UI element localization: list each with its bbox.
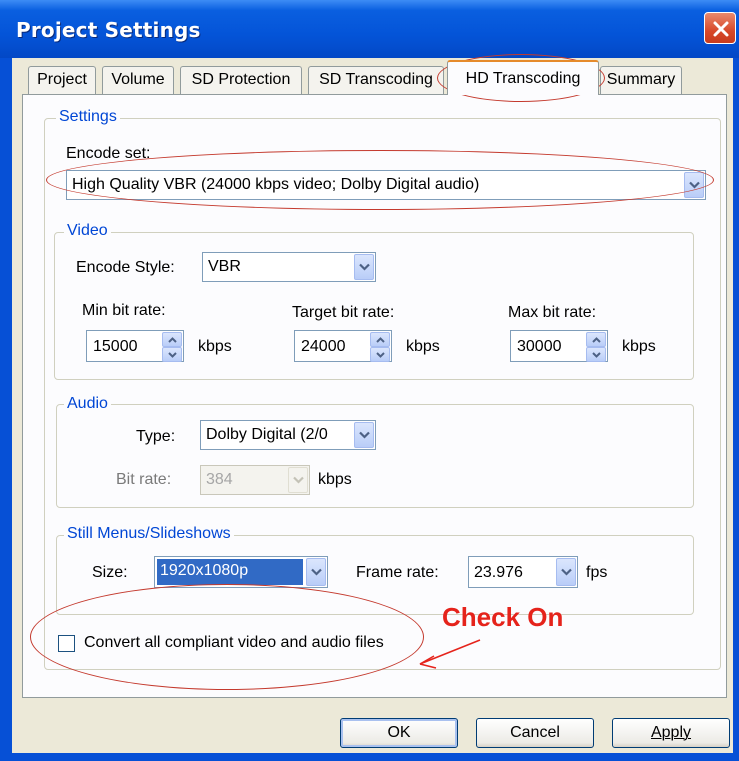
chevron-down-icon xyxy=(359,431,370,439)
chevron-down-icon xyxy=(592,352,601,358)
window-frame-right xyxy=(733,58,739,761)
tab-sd-transcoding[interactable]: SD Transcoding xyxy=(308,66,444,94)
tab-project[interactable]: Project xyxy=(28,66,96,94)
max-bit-rate-label: Max bit rate: xyxy=(508,304,597,321)
encode-style-value: VBR xyxy=(208,258,241,275)
still-menus-legend: Still Menus/Slideshows xyxy=(64,525,234,543)
spin-down-button[interactable] xyxy=(586,347,606,362)
chevron-down-icon xyxy=(293,476,304,484)
target-bit-rate-label: Target bit rate: xyxy=(292,304,395,321)
size-dropdown[interactable]: 1920x1080p xyxy=(154,556,328,588)
settings-legend: Settings xyxy=(56,108,120,126)
apply-button[interactable]: Apply xyxy=(612,718,730,748)
chevron-down-icon xyxy=(168,352,177,358)
chevron-down-icon xyxy=(561,568,572,576)
encode-set-dropdown[interactable]: High Quality VBR (24000 kbps video; Dolb… xyxy=(66,170,706,200)
frame-rate-unit: fps xyxy=(586,564,608,581)
target-bit-rate-unit: kbps xyxy=(406,338,440,355)
target-bit-rate-value: 24000 xyxy=(301,338,346,355)
chevron-down-icon xyxy=(689,181,700,189)
audio-bit-rate-label: Bit rate: xyxy=(116,471,172,488)
audio-bit-rate-value: 384 xyxy=(206,471,233,488)
dropdown-button[interactable] xyxy=(684,172,704,198)
apply-button-label: Apply xyxy=(650,724,692,741)
max-bit-rate-unit: kbps xyxy=(622,338,656,355)
min-bit-rate-spinner[interactable]: 15000 xyxy=(86,330,184,362)
max-bit-rate-spinner[interactable]: 30000 xyxy=(510,330,608,362)
annotation-callout: Check On xyxy=(442,602,564,632)
dropdown-button[interactable] xyxy=(354,254,374,280)
size-label: Size: xyxy=(92,564,128,581)
max-bit-rate-value: 30000 xyxy=(517,338,562,355)
spin-up-button[interactable] xyxy=(162,332,182,347)
frame-rate-dropdown[interactable]: 23.976 xyxy=(468,556,578,588)
title-bar[interactable]: Project Settings xyxy=(0,0,739,58)
frame-rate-value: 23.976 xyxy=(474,564,523,581)
audio-type-dropdown[interactable]: Dolby Digital (2/0 xyxy=(200,420,376,450)
tab-summary[interactable]: Summary xyxy=(600,66,682,94)
spin-up-button[interactable] xyxy=(370,332,390,347)
dropdown-button[interactable] xyxy=(556,558,576,586)
tab-sd-protection[interactable]: SD Protection xyxy=(180,66,302,94)
chevron-up-icon xyxy=(168,337,177,343)
close-icon xyxy=(713,21,729,37)
min-bit-rate-unit: kbps xyxy=(198,338,232,355)
video-legend: Video xyxy=(64,222,111,240)
convert-checkbox-label[interactable]: Convert all compliant video and audio fi… xyxy=(84,634,384,652)
spin-down-button[interactable] xyxy=(162,347,182,362)
chevron-up-icon xyxy=(376,337,385,343)
spin-up-button[interactable] xyxy=(586,332,606,347)
cancel-button[interactable]: Cancel xyxy=(476,718,594,748)
chevron-down-icon xyxy=(311,568,322,576)
project-settings-dialog: Project Settings Project Volume SD Prote… xyxy=(0,0,739,761)
convert-checkbox[interactable] xyxy=(58,635,75,652)
chevron-down-icon xyxy=(376,352,385,358)
target-bit-rate-spinner[interactable]: 24000 xyxy=(294,330,392,362)
encode-style-dropdown[interactable]: VBR xyxy=(202,252,376,282)
chevron-up-icon xyxy=(592,337,601,343)
audio-type-label: Type: xyxy=(136,428,176,445)
size-value: 1920x1080p xyxy=(157,559,303,585)
window-frame-left xyxy=(0,58,12,761)
encode-set-label: Encode set: xyxy=(66,145,151,162)
dropdown-button xyxy=(288,467,308,493)
encode-set-value: High Quality VBR (24000 kbps video; Dolb… xyxy=(72,176,480,193)
close-button[interactable] xyxy=(704,12,736,44)
annotation-arrow-icon xyxy=(419,639,481,669)
tab-volume[interactable]: Volume xyxy=(102,66,174,94)
audio-bit-rate-unit: kbps xyxy=(318,471,352,488)
encode-style-label: Encode Style: xyxy=(76,259,175,276)
window-title: Project Settings xyxy=(16,18,201,42)
dropdown-button[interactable] xyxy=(306,558,326,586)
audio-legend: Audio xyxy=(64,395,111,413)
audio-type-value: Dolby Digital (2/0 xyxy=(206,426,328,443)
window-frame-bottom xyxy=(0,753,739,761)
min-bit-rate-value: 15000 xyxy=(93,338,138,355)
dropdown-button[interactable] xyxy=(354,422,374,448)
ok-button[interactable]: OK xyxy=(340,718,458,748)
min-bit-rate-label: Min bit rate: xyxy=(82,302,166,319)
frame-rate-label: Frame rate: xyxy=(356,564,439,581)
chevron-down-icon xyxy=(359,263,370,271)
tab-hd-transcoding[interactable]: HD Transcoding xyxy=(447,60,599,95)
spin-down-button[interactable] xyxy=(370,347,390,362)
audio-bit-rate-dropdown[interactable]: 384 xyxy=(200,465,310,495)
